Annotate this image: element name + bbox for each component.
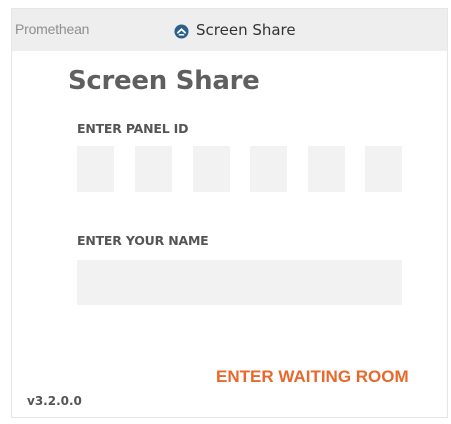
window-title: Screen Share — [196, 21, 296, 39]
panel-id-digit-1[interactable] — [77, 146, 114, 192]
name-label: ENTER YOUR NAME — [77, 233, 209, 248]
panel-id-digit-2[interactable] — [135, 146, 172, 192]
version-label: v3.2.0.0 — [27, 394, 82, 408]
panel-id-digit-4[interactable] — [250, 146, 287, 192]
panel-id-label: ENTER PANEL ID — [77, 121, 189, 136]
titlebar: Promethean Screen Share — [12, 9, 447, 51]
brand-logo: Promethean — [15, 21, 90, 37]
panel-id-input-group — [77, 146, 402, 192]
name-input[interactable] — [77, 260, 402, 305]
screen-share-window: Promethean Screen Share Screen Share ENT… — [11, 8, 448, 418]
panel-id-digit-5[interactable] — [308, 146, 345, 192]
panel-id-digit-6[interactable] — [365, 146, 402, 192]
screen-share-app-icon — [174, 24, 189, 39]
enter-waiting-room-button[interactable]: ENTER WAITING ROOM — [216, 366, 409, 388]
panel-id-digit-3[interactable] — [193, 146, 230, 192]
page-title: Screen Share — [68, 66, 260, 96]
